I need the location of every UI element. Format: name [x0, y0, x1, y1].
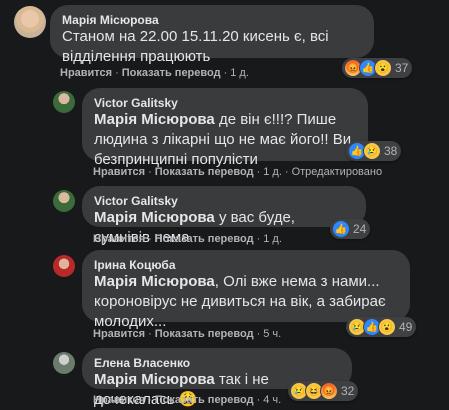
reactions[interactable]: 😡 👍 😮 37	[342, 58, 413, 78]
like-link[interactable]: Нравится	[93, 166, 145, 178]
translate-link[interactable]: Показать перевод	[155, 328, 254, 340]
like-link[interactable]: Нравится	[60, 67, 112, 79]
comment-author[interactable]: Victor Galitsky	[94, 194, 354, 208]
comment-author[interactable]: Ірина Коцюба	[94, 258, 398, 272]
avatar[interactable]	[53, 190, 75, 212]
comment-actions: Нравится · Показать перевод · 1 д.	[60, 67, 249, 79]
like-reaction-icon: 👍	[332, 220, 350, 238]
reaction-count: 37	[395, 61, 409, 75]
like-link[interactable]: Нравится	[93, 328, 145, 340]
comment-actions: Нравится · Показать перевод · 1 д.	[93, 233, 282, 245]
like-link[interactable]: Нравится	[93, 394, 145, 406]
edited-label: Отредактировано	[291, 166, 383, 178]
translate-link[interactable]: Показать перевод	[155, 394, 254, 406]
translate-link[interactable]: Показать перевод	[155, 233, 254, 245]
comment-author[interactable]: Елена Власенко	[94, 356, 340, 370]
comment-actions: Нравится · Показать перевод · 1 д. · Отредакти…	[93, 166, 383, 178]
like-link[interactable]: Нравится	[93, 233, 145, 245]
sad-reaction-icon: 😢	[363, 142, 381, 160]
comment-author[interactable]: Марія Місюрова	[62, 13, 362, 27]
mention[interactable]: Марія Місюрова	[94, 371, 215, 388]
comment-time[interactable]: 1 д.	[230, 67, 249, 79]
reactions[interactable]: 👍 24	[330, 219, 371, 239]
avatar[interactable]	[53, 255, 75, 277]
comment-bubble: Victor Galitsky Марія Місюрова у вас буд…	[82, 186, 366, 246]
mention[interactable]: Марія Місюрова	[94, 209, 215, 226]
comment-actions: Нравится · Показать перевод · 4 ч.	[93, 394, 282, 406]
comment-bubble: Марія Місюрова Станом на 22.00 15.11.20 …	[50, 5, 374, 65]
translate-link[interactable]: Показать перевод	[122, 67, 221, 79]
comment-bubble: Ірина Коцюба Марія Місюрова, Олі вже нем…	[82, 250, 410, 330]
comment-actions: Нравится · Показать перевод · 5 ч.	[93, 328, 282, 340]
avatar[interactable]	[14, 6, 46, 38]
comment-text: Станом на 22.00 15.11.20 кисень є, всі в…	[62, 28, 329, 65]
reaction-count: 24	[353, 222, 367, 236]
reactions[interactable]: 😢 👍 😮 49	[346, 317, 417, 337]
wow-reaction-icon: 😮	[374, 59, 392, 77]
comment-time[interactable]: 1 д.	[263, 166, 282, 178]
mention[interactable]: Марія Місюрова	[94, 111, 215, 128]
reaction-count: 49	[399, 320, 413, 334]
comment-text: Марія Місюрова де він є!!!? Пише людина …	[94, 111, 352, 168]
comment-author[interactable]: Victor Galitsky	[94, 96, 356, 110]
comment-time[interactable]: 5 ч.	[263, 328, 281, 340]
mention[interactable]: Марія Місюрова	[94, 273, 215, 290]
avatar[interactable]	[53, 352, 75, 374]
wow-reaction-icon: 😮	[378, 318, 396, 336]
translate-link[interactable]: Показать перевод	[155, 166, 254, 178]
angry-reaction-icon: 😡	[320, 382, 338, 400]
comment-time[interactable]: 4 ч.	[263, 394, 281, 406]
reaction-count: 38	[384, 144, 398, 158]
reactions[interactable]: 👍 😢 38	[346, 141, 402, 161]
avatar[interactable]	[53, 91, 75, 113]
reactions[interactable]: 😢 😆 😡 32	[288, 381, 359, 401]
reaction-count: 32	[341, 384, 355, 398]
comment-time[interactable]: 1 д.	[263, 233, 282, 245]
comment-bubble: Victor Galitsky Марія Місюрова де він є!…	[82, 88, 368, 168]
